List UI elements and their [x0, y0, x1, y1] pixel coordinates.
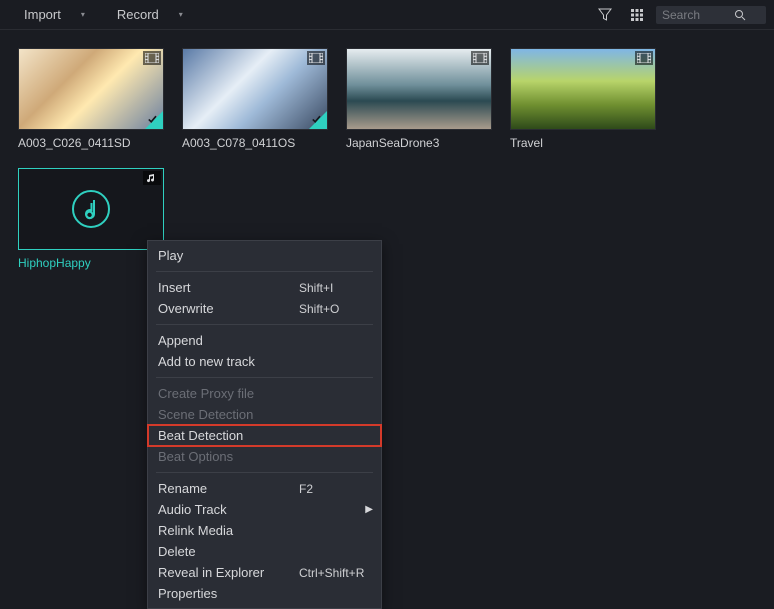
search-box[interactable] — [656, 6, 766, 24]
media-item[interactable]: Travel — [510, 48, 656, 150]
media-grid: A003_C026_0411SD A003_C078_0411OS JapanSea… — [0, 30, 774, 288]
context-menu-shortcut: Shift+I — [291, 281, 371, 295]
media-item[interactable]: HiphopHappy — [18, 168, 164, 270]
search-input[interactable] — [662, 8, 734, 22]
context-menu-item-rename[interactable]: Rename F2 — [148, 478, 381, 499]
context-menu-item-create-proxy-file: Create Proxy file — [148, 383, 381, 404]
import-label: Import — [24, 7, 61, 22]
context-menu-item-add-to-new-track[interactable]: Add to new track — [148, 351, 381, 372]
filter-icon — [598, 8, 612, 22]
context-menu-label: Play — [158, 248, 183, 263]
media-thumbnail[interactable] — [182, 48, 328, 130]
music-note-icon — [143, 171, 161, 185]
search-icon — [734, 9, 746, 21]
context-menu-separator — [156, 377, 373, 378]
context-menu-separator — [156, 324, 373, 325]
context-menu-label: Append — [158, 333, 203, 348]
context-menu-item-beat-detection[interactable]: Beat Detection — [148, 425, 381, 446]
context-menu-label: Create Proxy file — [158, 386, 254, 401]
checkmark-icon — [309, 111, 327, 129]
toolbar-right — [592, 2, 766, 28]
context-menu-shortcut: Shift+O — [291, 302, 371, 316]
context-menu-item-play[interactable]: Play — [148, 245, 381, 266]
record-label: Record — [117, 7, 159, 22]
grid-view-button[interactable] — [624, 2, 650, 28]
media-item-label: HiphopHappy — [18, 256, 164, 270]
context-menu-item-append[interactable]: Append — [148, 330, 381, 351]
media-thumbnail[interactable] — [18, 48, 164, 130]
media-thumbnail[interactable] — [346, 48, 492, 130]
context-menu-label: Relink Media — [158, 523, 233, 538]
media-item-label: JapanSeaDrone3 — [346, 136, 492, 150]
filmstrip-icon — [307, 51, 325, 65]
chevron-right-icon: ▶ — [365, 504, 373, 515]
context-menu-separator — [156, 271, 373, 272]
filter-button[interactable] — [592, 2, 618, 28]
toolbar-left: Import ▾ Record ▾ — [8, 3, 199, 26]
media-toolbar: Import ▾ Record ▾ — [0, 0, 774, 30]
context-menu-item-properties[interactable]: Properties — [148, 583, 381, 604]
context-menu-item-reveal-in-explorer[interactable]: Reveal in Explorer Ctrl+Shift+R — [148, 562, 381, 583]
context-menu-label: Properties — [158, 586, 217, 601]
media-item-label: A003_C078_0411OS — [182, 136, 328, 150]
media-item-label: Travel — [510, 136, 656, 150]
grid-icon — [630, 8, 644, 22]
context-menu-item-overwrite[interactable]: Overwrite Shift+O — [148, 298, 381, 319]
context-menu-item-beat-options: Beat Options — [148, 446, 381, 467]
context-menu-separator — [156, 472, 373, 473]
context-menu-label: Rename — [158, 481, 207, 496]
context-menu-item-audio-track[interactable]: Audio Track ▶ — [148, 499, 381, 520]
media-thumbnail[interactable] — [18, 168, 164, 250]
context-menu-label: Insert — [158, 280, 191, 295]
import-button[interactable]: Import ▾ — [8, 3, 101, 26]
media-thumbnail[interactable] — [510, 48, 656, 130]
record-button[interactable]: Record ▾ — [101, 3, 199, 26]
context-menu-label: Reveal in Explorer — [158, 565, 264, 580]
context-menu-shortcut: F2 — [291, 482, 371, 496]
music-note-large-icon — [70, 188, 112, 230]
filmstrip-icon — [471, 51, 489, 65]
media-item[interactable]: A003_C026_0411SD — [18, 48, 164, 150]
context-menu-label: Overwrite — [158, 301, 214, 316]
context-menu-item-relink-media[interactable]: Relink Media — [148, 520, 381, 541]
context-menu-shortcut: Ctrl+Shift+R — [291, 566, 371, 580]
chevron-down-icon: ▾ — [81, 10, 85, 19]
context-menu-label: Audio Track — [158, 502, 227, 517]
checkmark-icon — [145, 111, 163, 129]
context-menu-label: Delete — [158, 544, 196, 559]
media-item-label: A003_C026_0411SD — [18, 136, 164, 150]
media-item[interactable]: JapanSeaDrone3 — [346, 48, 492, 150]
context-menu-item-delete[interactable]: Delete — [148, 541, 381, 562]
filmstrip-icon — [635, 51, 653, 65]
context-menu: Play Insert Shift+I Overwrite Shift+O Append A… — [147, 240, 382, 609]
context-menu-label: Beat Detection — [158, 428, 243, 443]
context-menu-label: Beat Options — [158, 449, 233, 464]
context-menu-item-scene-detection: Scene Detection — [148, 404, 381, 425]
chevron-down-icon: ▾ — [179, 10, 183, 19]
filmstrip-icon — [143, 51, 161, 65]
context-menu-label: Scene Detection — [158, 407, 253, 422]
context-menu-label: Add to new track — [158, 354, 255, 369]
media-item[interactable]: A003_C078_0411OS — [182, 48, 328, 150]
context-menu-item-insert[interactable]: Insert Shift+I — [148, 277, 381, 298]
